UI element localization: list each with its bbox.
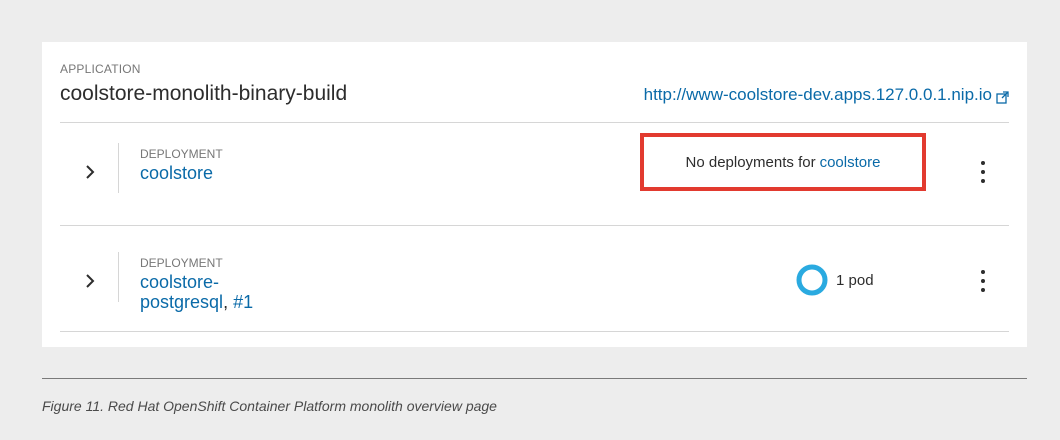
row-divider	[60, 225, 1009, 226]
application-route-link[interactable]: http://www-coolstore-dev.apps.127.0.0.1.…	[644, 85, 1009, 105]
external-link-icon[interactable]	[996, 89, 1009, 104]
route-url[interactable]: http://www-coolstore-dev.apps.127.0.0.1.…	[644, 85, 992, 105]
status-deployment-link[interactable]: coolstore	[820, 154, 881, 171]
deployment-label: DEPLOYMENT	[140, 256, 223, 270]
deployment-name: coolstore-postgresql, #1	[140, 272, 300, 312]
header-divider	[60, 122, 1009, 123]
row-divider	[60, 331, 1009, 332]
deployment-row: DEPLOYMENT coolstore No deployments for …	[60, 125, 1009, 225]
figure-rule	[42, 378, 1027, 379]
deployment-label: DEPLOYMENT	[140, 147, 223, 161]
application-name: coolstore-monolith-binary-build	[60, 82, 348, 105]
pod-status[interactable]: 1 pod	[796, 264, 874, 296]
status-text: No deployments for	[685, 153, 816, 171]
pod-count: 1 pod	[836, 271, 874, 289]
pod-donut-icon[interactable]	[796, 264, 828, 296]
kebab-menu-icon[interactable]	[975, 270, 991, 292]
chevron-right-icon[interactable]	[80, 269, 100, 293]
name-separator: ,	[223, 292, 234, 312]
kebab-menu-icon[interactable]	[975, 161, 991, 183]
figure-caption: Figure 11. Red Hat OpenShift Container P…	[42, 398, 497, 414]
deployment-row: DEPLOYMENT coolstore-postgresql, #1 1 po…	[60, 234, 1009, 334]
deployment-link[interactable]: coolstore-postgresql	[140, 272, 223, 312]
no-deployments-status: No deployments for coolstore	[640, 133, 926, 191]
chevron-right-icon[interactable]	[80, 160, 100, 184]
row-separator	[118, 252, 119, 302]
application-label: APPLICATION	[60, 62, 141, 76]
deployment-name: coolstore	[140, 163, 300, 183]
revision-link[interactable]: #1	[233, 292, 253, 312]
row-separator	[118, 143, 119, 193]
deployment-link[interactable]: coolstore	[140, 163, 213, 183]
application-card: APPLICATION coolstore-monolith-binary-bu…	[42, 42, 1027, 347]
